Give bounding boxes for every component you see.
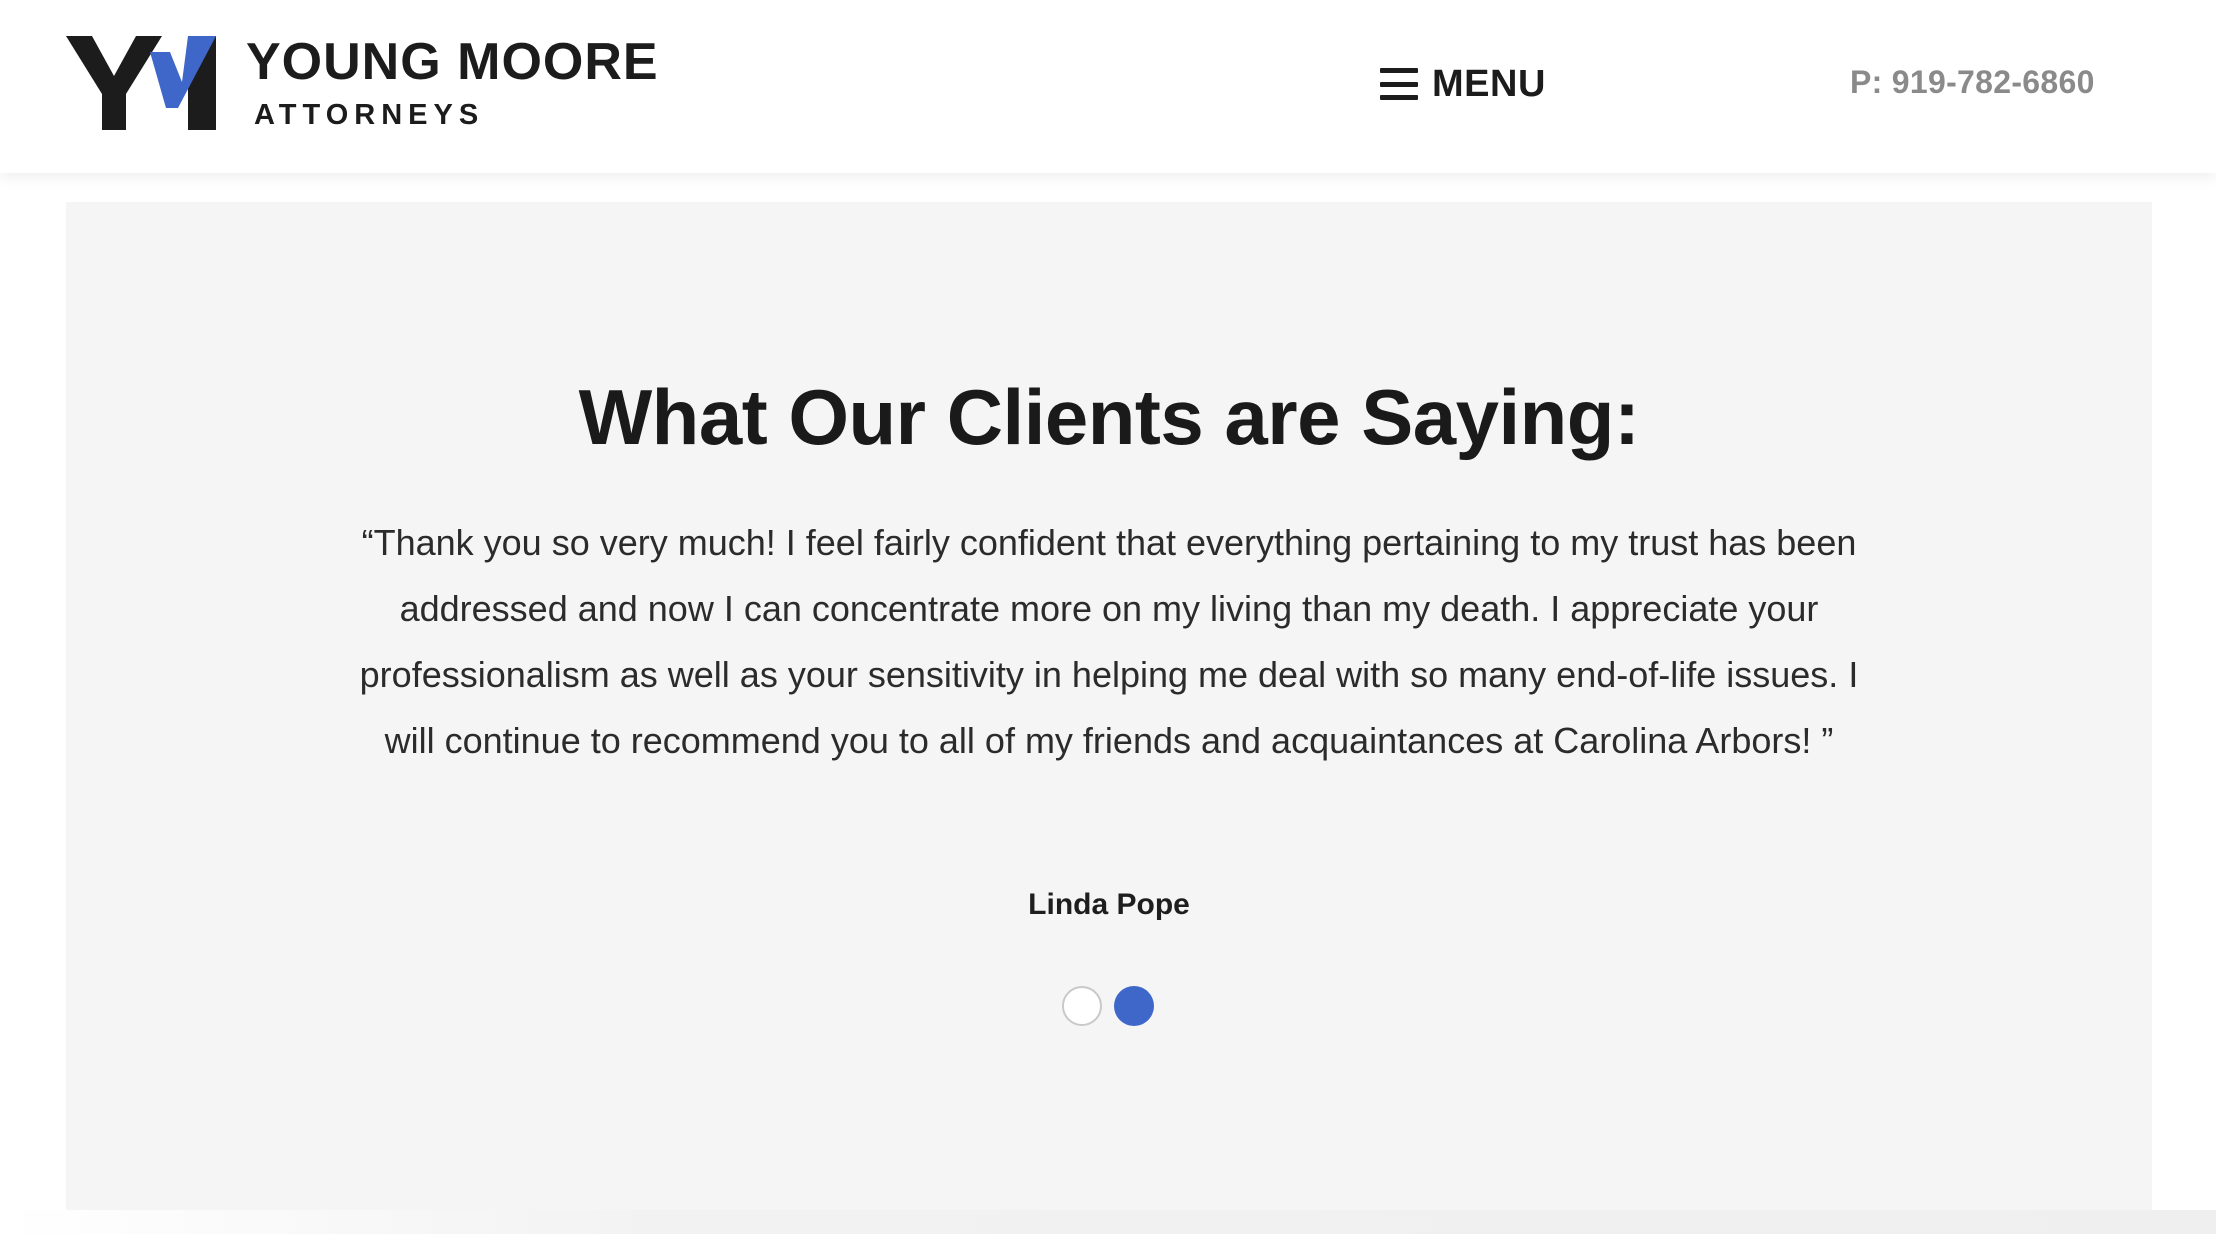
hamburger-icon — [1380, 68, 1418, 100]
testimonial-section: What Our Clients are Saying: “Thank you … — [66, 202, 2152, 1210]
logo-wordmark: YOUNG MOORE ATTORNEYS — [246, 36, 659, 130]
logo-link[interactable]: YOUNG MOORE ATTORNEYS — [66, 36, 659, 130]
testimonial-author: Linda Pope — [1028, 888, 1190, 921]
carousel-dot-2[interactable] — [1114, 986, 1154, 1026]
testimonial-quote: “Thank you so very much! I feel fairly c… — [359, 522, 1859, 761]
carousel-pagination — [1062, 986, 1154, 1026]
carousel-dot-1[interactable] — [1062, 986, 1102, 1026]
logo-name: YOUNG MOORE — [246, 33, 659, 91]
menu-label: MENU — [1432, 62, 1546, 105]
menu-button[interactable]: MENU — [1380, 62, 1546, 106]
site-header: YOUNG MOORE ATTORNEYS MENU P: 919-782-68… — [0, 0, 2216, 173]
logo-subtitle: ATTORNEYS — [254, 99, 485, 131]
page-bottom-shadow — [0, 1210, 2216, 1234]
young-moore-logo-icon — [66, 36, 216, 130]
phone-link[interactable]: P: 919-782-6860 — [1850, 64, 2095, 101]
section-title: What Our Clients are Saying: — [578, 373, 1640, 461]
